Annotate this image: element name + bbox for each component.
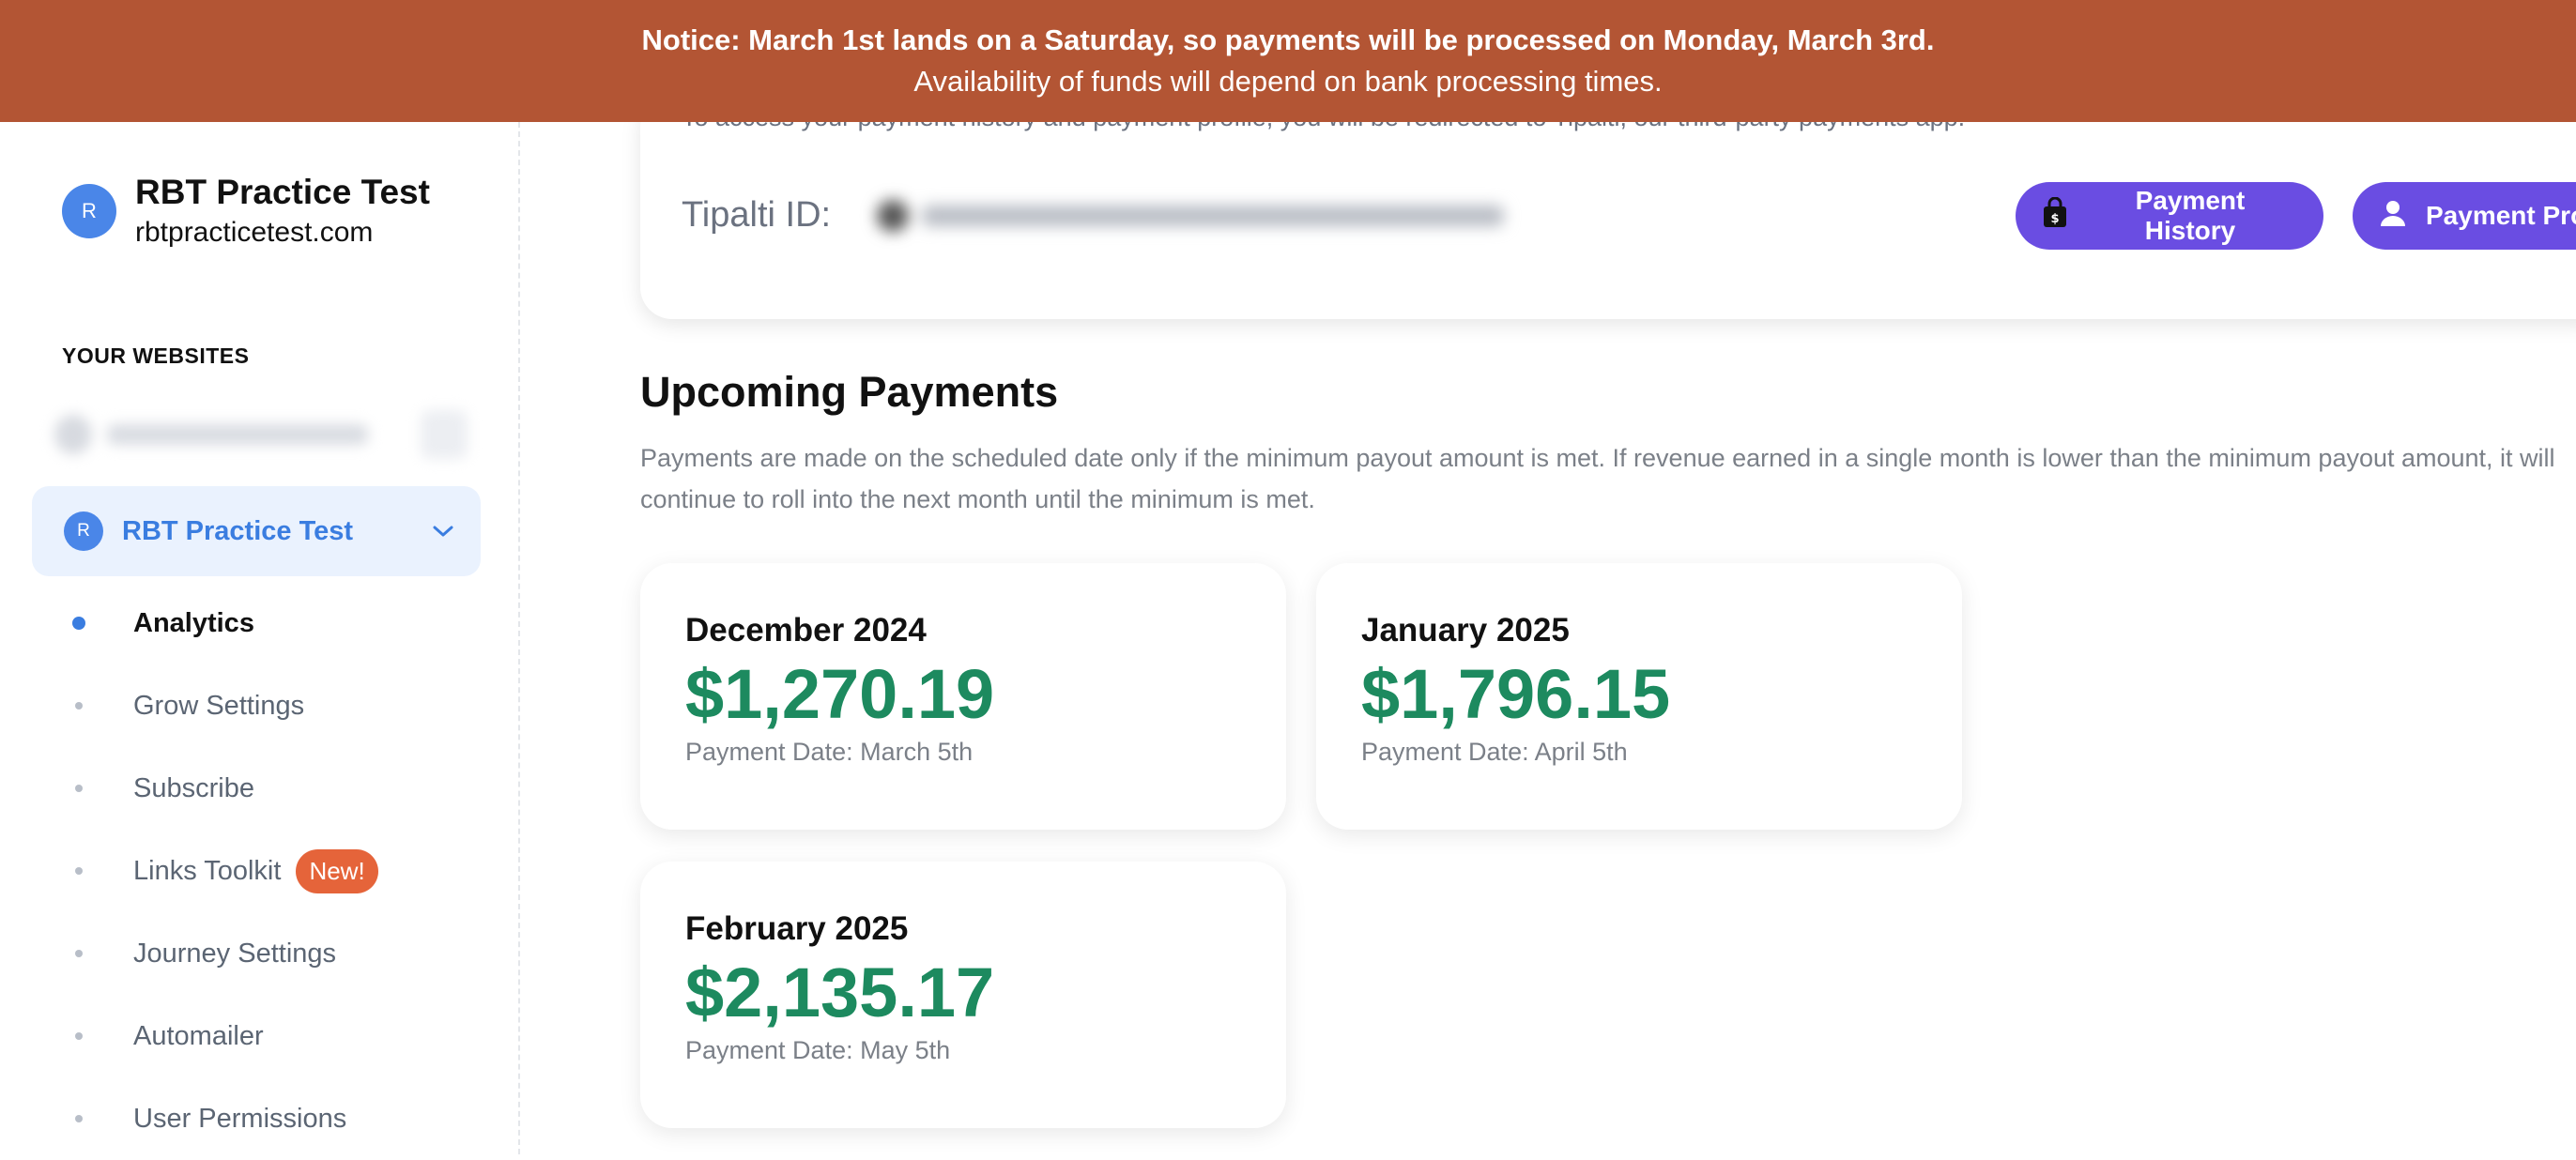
sidebar: R RBT Practice Test rbtpracticetest.com … <box>0 122 520 1154</box>
nav-item-label: Analytics <box>133 607 254 638</box>
blurred-website-item[interactable] <box>54 405 468 464</box>
bullet-icon <box>75 702 83 710</box>
payment-amount: $1,270.19 <box>685 655 995 733</box>
payment-card: December 2024 $1,270.19 Payment Date: Ma… <box>640 563 1286 830</box>
active-site-name: RBT Practice Test <box>122 515 354 546</box>
payment-month: December 2024 <box>685 612 927 649</box>
blurred-action-box <box>421 410 468 459</box>
payment-date: Payment Date: May 5th <box>685 1036 951 1064</box>
payment-history-label: Payment History <box>2135 186 2246 245</box>
shopping-bag-icon: $ <box>2042 196 2068 236</box>
bullet-icon <box>75 1115 83 1122</box>
nav-item-label: Links Toolkit <box>133 855 282 886</box>
payment-history-button[interactable]: $ Payment History <box>2016 182 2323 250</box>
payment-date: Payment Date: March 5th <box>685 738 974 766</box>
payment-profile-label: Payment Profile <box>2426 201 2576 230</box>
nav-item-analytics[interactable]: Analytics <box>0 582 520 664</box>
nav-item-grow-settings[interactable]: Grow Settings <box>0 664 520 747</box>
nav-item-label: Journey Settings <box>133 938 337 969</box>
blurred-id-text <box>922 206 1504 226</box>
nav-item-label: User Permissions <box>133 1103 347 1134</box>
site-domain: rbtpracticetest.com <box>135 217 374 248</box>
tipalti-id-value-blurred <box>877 188 1534 244</box>
payment-month: January 2025 <box>1361 612 1570 649</box>
payment-date: Payment Date: April 5th <box>1361 738 1628 766</box>
new-badge: New! <box>296 848 378 893</box>
blurred-avatar <box>54 415 93 454</box>
nav-item-journey-settings[interactable]: Journey Settings <box>0 912 520 995</box>
bullet-icon <box>75 950 83 957</box>
tipalti-id-label: Tipalti ID: <box>682 195 832 235</box>
upcoming-payments-title: Upcoming Payments <box>640 368 1059 416</box>
nav-item-label: Automailer <box>133 1020 264 1051</box>
nav-item-label: Subscribe <box>133 772 254 803</box>
website-nav: Analytics Grow Settings Subscribe Links … <box>0 582 520 1160</box>
nav-item-subscribe[interactable]: Subscribe <box>0 747 520 830</box>
tipalti-card: To access your payment history and payme… <box>640 94 2576 319</box>
blurred-website-name <box>107 424 369 445</box>
payment-month: February 2025 <box>685 910 909 947</box>
svg-text:$: $ <box>2050 212 2059 226</box>
notice-banner: Notice: March 1st lands on a Saturday, s… <box>0 0 2576 122</box>
active-bullet-icon <box>72 617 85 630</box>
notice-line-1: Notice: March 1st lands on a Saturday, s… <box>641 23 1935 56</box>
bullet-icon <box>75 785 83 792</box>
chevron-down-icon[interactable] <box>424 512 462 550</box>
nav-item-links-toolkit[interactable]: Links Toolkit New! <box>0 830 520 912</box>
active-website-selector[interactable]: R RBT Practice Test <box>32 486 481 576</box>
site-header: R RBT Practice Test rbtpracticetest.com <box>62 171 430 252</box>
nav-item-user-permissions[interactable]: User Permissions <box>0 1077 520 1160</box>
payment-amount: $2,135.17 <box>685 954 995 1031</box>
payment-profile-button[interactable]: Payment Profile <box>2353 182 2576 250</box>
site-title: RBT Practice Test <box>135 173 430 211</box>
user-icon <box>2379 199 2407 234</box>
payment-card: February 2025 $2,135.17 Payment Date: Ma… <box>640 862 1286 1128</box>
nav-item-label: Grow Settings <box>133 690 305 721</box>
your-websites-label: YOUR WEBSITES <box>62 343 250 368</box>
bullet-icon <box>75 1032 83 1040</box>
main-content: To access your payment history and payme… <box>522 94 2576 1154</box>
bullet-icon <box>75 867 83 875</box>
upcoming-payments-description: Payments are made on the scheduled date … <box>640 444 2555 513</box>
site-avatar: R <box>62 184 116 238</box>
payment-card: January 2025 $1,796.15 Payment Date: Apr… <box>1316 563 1962 830</box>
payment-amount: $1,796.15 <box>1361 655 1671 733</box>
notice-line-2: Availability of funds will depend on ban… <box>913 65 1663 98</box>
blurred-id-icon <box>877 200 909 232</box>
nav-item-automailer[interactable]: Automailer <box>0 995 520 1077</box>
active-site-avatar: R <box>64 511 103 551</box>
